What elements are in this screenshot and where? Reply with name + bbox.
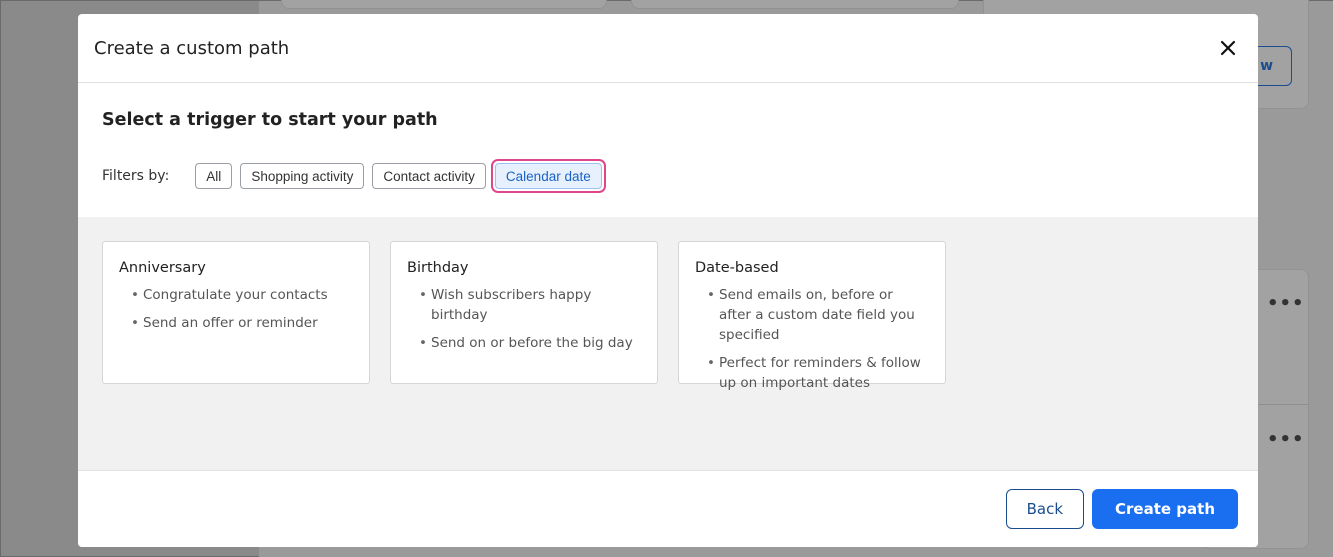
list-item: Perfect for reminders & follow up on imp… [707, 353, 929, 393]
create-path-modal: Create a custom path Select a trigger to… [78, 14, 1258, 547]
section-heading: Select a trigger to start your path [102, 110, 438, 130]
background-card [631, 0, 959, 9]
create-path-button[interactable]: Create path [1092, 489, 1238, 529]
filters-label: Filters by: [102, 168, 170, 184]
background-card [281, 0, 607, 9]
back-button[interactable]: Back [1005, 489, 1085, 529]
background-divider [1258, 404, 1309, 405]
more-options-icon[interactable]: ••• [1267, 293, 1305, 314]
filter-chip-all[interactable]: All [195, 163, 233, 189]
modal-header: Create a custom path [78, 14, 1258, 83]
filter-chip-calendar-date[interactable]: Calendar date [494, 163, 602, 189]
card-title: Date-based [695, 260, 779, 276]
more-options-icon[interactable]: ••• [1267, 429, 1305, 450]
list-item: Send an offer or reminder [131, 313, 353, 333]
card-bullets: Send emails on, before or after a custom… [695, 285, 929, 393]
trigger-cards: Anniversary Congratulate your contacts S… [78, 217, 1258, 472]
trigger-card-date-based[interactable]: Date-based Send emails on, before or aft… [678, 241, 946, 391]
card-title: Anniversary [119, 260, 206, 276]
card-bullets: Congratulate your contacts Send an offer… [119, 285, 353, 333]
trigger-card-birthday[interactable]: Birthday Wish subscribers happy birthday… [390, 241, 658, 384]
modal-footer: Back Create path [78, 470, 1258, 547]
filter-row: Filters by: All Shopping activity Contac… [102, 159, 1234, 193]
close-icon [1220, 40, 1236, 56]
filter-chip-contact-activity[interactable]: Contact activity [372, 163, 486, 189]
list-item: Congratulate your contacts [131, 285, 353, 305]
close-button[interactable] [1214, 34, 1242, 62]
card-bullets: Wish subscribers happy birthday Send on … [407, 285, 641, 353]
list-item: Send on or before the big day [419, 333, 641, 353]
active-filter-highlight: Calendar date [490, 159, 606, 193]
list-item: Send emails on, before or after a custom… [707, 285, 929, 345]
modal-title: Create a custom path [94, 37, 290, 59]
list-item: Wish subscribers happy birthday [419, 285, 641, 325]
card-title: Birthday [407, 260, 469, 276]
filter-chip-shopping-activity[interactable]: Shopping activity [240, 163, 365, 189]
trigger-section: Select a trigger to start your path Filt… [78, 83, 1258, 217]
trigger-card-anniversary[interactable]: Anniversary Congratulate your contacts S… [102, 241, 370, 384]
